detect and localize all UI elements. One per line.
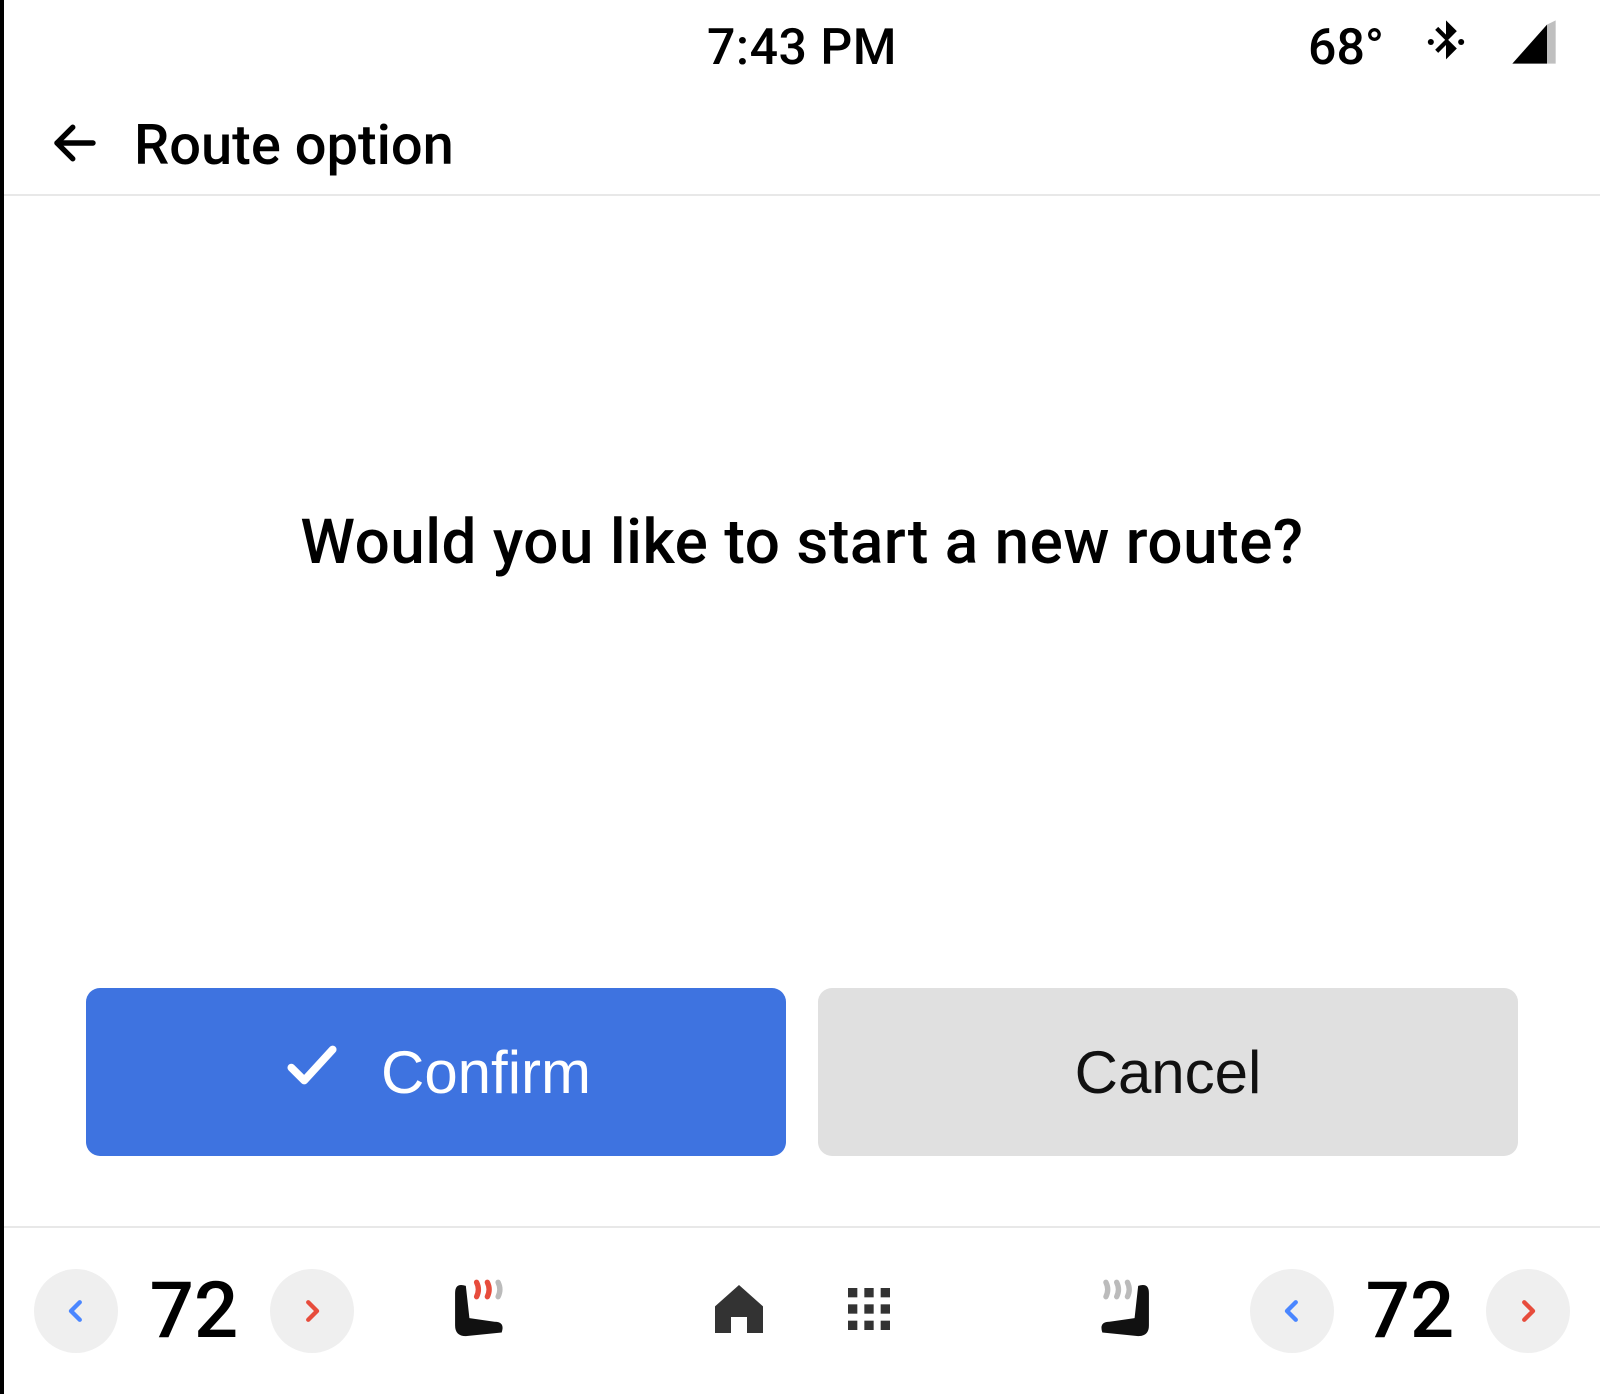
status-outside-temp: 68° xyxy=(1308,19,1384,77)
cancel-button[interactable]: Cancel xyxy=(818,988,1518,1156)
climate-bar: 72 xyxy=(4,1226,1600,1394)
left-seat-heater-icon[interactable] xyxy=(430,1268,516,1354)
center-nav-icons xyxy=(707,1277,897,1345)
page-header: Route option xyxy=(4,96,1600,196)
signal-icon xyxy=(1508,16,1560,80)
left-temp-down-button[interactable] xyxy=(34,1269,118,1353)
left-temp-value: 72 xyxy=(134,1266,254,1357)
cancel-button-label: Cancel xyxy=(1075,1038,1262,1107)
right-temp-up-button[interactable] xyxy=(1486,1269,1570,1353)
check-icon xyxy=(281,1034,343,1110)
dialog-prompt: Would you like to start a new route? xyxy=(300,506,1303,579)
confirm-button-label: Confirm xyxy=(381,1038,591,1107)
left-temp-up-button[interactable] xyxy=(270,1269,354,1353)
right-temp-value: 72 xyxy=(1350,1266,1470,1357)
main-content: Would you like to start a new route? Con… xyxy=(4,196,1600,1226)
bluetooth-icon xyxy=(1420,16,1472,80)
apps-grid-icon[interactable] xyxy=(841,1281,897,1341)
home-icon[interactable] xyxy=(707,1277,771,1345)
climate-right-group: 72 xyxy=(1088,1266,1570,1357)
right-temp-down-button[interactable] xyxy=(1250,1269,1334,1353)
confirm-button[interactable]: Confirm xyxy=(86,988,786,1156)
climate-left-group: 72 xyxy=(34,1266,516,1357)
status-bar: 7:43 PM 68° xyxy=(4,0,1600,96)
status-time: 7:43 PM xyxy=(707,19,897,77)
page-title: Route option xyxy=(134,112,454,178)
dialog-buttons: Confirm Cancel xyxy=(86,988,1518,1156)
right-seat-heater-icon[interactable] xyxy=(1088,1268,1174,1354)
back-icon[interactable] xyxy=(48,116,102,174)
